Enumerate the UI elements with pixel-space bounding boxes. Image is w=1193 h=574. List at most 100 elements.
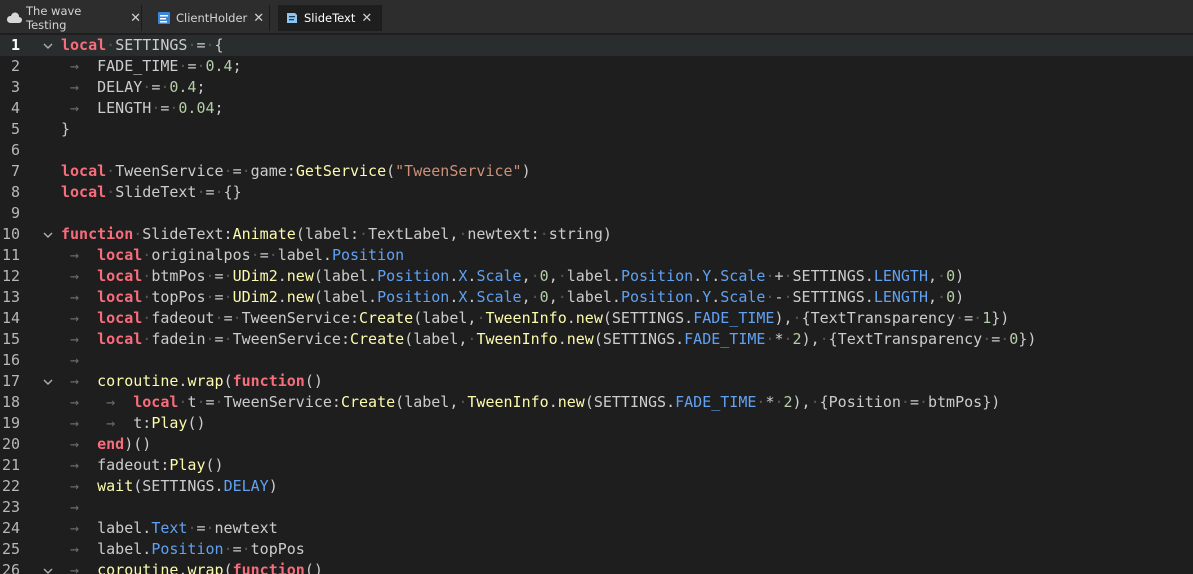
code-line[interactable]: 19 → → t:Play() [0, 413, 1193, 434]
code-token: label. [322, 267, 378, 285]
code-line[interactable]: 4 → LENGTH·=·0.04; [0, 98, 1193, 119]
code-line[interactable]: 24 → label.Text·=·newtext [0, 518, 1193, 539]
line-number: 8 [10, 183, 20, 201]
code-token: () [304, 372, 323, 390]
fold-chevron-icon[interactable] [41, 560, 55, 574]
close-icon[interactable]: ✕ [253, 11, 264, 26]
code-token: {} [223, 183, 242, 201]
code-token: { [828, 330, 838, 348]
code-line[interactable]: 3 → DELAY·=·0.4; [0, 77, 1193, 98]
fold-chevron-icon[interactable] [41, 224, 55, 245]
code-line[interactable]: 14 → local·fadeout·=·TweenService:Create… [0, 308, 1193, 329]
code-token: TweenInfo [467, 393, 549, 411]
code-token: { [819, 393, 829, 411]
code-token: . [277, 288, 287, 306]
script-icon [156, 11, 172, 25]
code-token: 0.4 [169, 78, 197, 96]
code-token: btmPos [928, 393, 983, 411]
code-token: · [359, 225, 369, 243]
code-token: () [187, 414, 206, 432]
code-line[interactable]: 11 → local·originalpos·=·label.Position [0, 245, 1193, 266]
code-line[interactable]: 18 → → local·t·=·TweenService:Create(lab… [0, 392, 1193, 413]
line-number: 4 [10, 99, 20, 117]
code-editor[interactable]: 1 local·SETTINGS·=·{2 → FADE_TIME·=·0.4; 3… [0, 34, 1193, 574]
code-token: = [964, 309, 974, 327]
code-token: ( [584, 393, 594, 411]
line-number: 2 [10, 57, 20, 75]
code-line[interactable]: 15 → local·fadein·=·TweenService:Create(… [0, 329, 1193, 350]
code-line[interactable]: 26 → coroutine.wrap(function() [0, 560, 1193, 574]
code-token: · [223, 162, 233, 180]
line-number: 22 [1, 477, 20, 495]
tab-bar: The wave Testing ✕ ClientHolder ✕ SlideT… [0, 0, 1193, 34]
fold-chevron-icon[interactable] [41, 371, 55, 392]
code-token: . [711, 267, 721, 285]
code-token: = [232, 540, 242, 558]
code-token: . [566, 309, 576, 327]
code-token: DELAY [97, 78, 143, 96]
code-token: , [928, 288, 938, 306]
close-icon[interactable]: ✕ [130, 11, 141, 26]
code-text: → label.Text·=·newtext [61, 518, 278, 539]
code-line[interactable]: 16 → [0, 350, 1193, 371]
code-token: · [819, 330, 829, 348]
code-text: → local·topPos·=·UDim2.new(label.Positio… [61, 287, 964, 308]
code-token: Animate [232, 225, 296, 243]
tab-the-wave-testing[interactable]: The wave Testing ✕ [0, 4, 142, 32]
code-token: local [61, 36, 107, 54]
indent-arrow-icon: → [61, 540, 89, 558]
code-line[interactable]: 20 → end)() [0, 434, 1193, 455]
tab-slidetext[interactable]: SlideText ✕ [278, 5, 382, 31]
code-token: = [196, 519, 206, 537]
code-token: ) [955, 288, 965, 306]
code-token: label. [566, 288, 621, 306]
close-icon[interactable]: ✕ [361, 11, 372, 26]
code-text: → local·fadein·=·TweenService:Create(lab… [61, 329, 1036, 350]
code-line[interactable]: 21 → fadeout:Play() [0, 455, 1193, 476]
code-token: newtext [214, 519, 278, 537]
code-line[interactable]: 7 local·TweenService·=·game:GetService("T… [0, 161, 1193, 182]
code-line[interactable]: 22 → wait(SETTINGS.DELAY) [0, 476, 1193, 497]
code-token: Position [377, 288, 450, 306]
code-line[interactable]: 25 → label.Position·=·topPos [0, 539, 1193, 560]
fold-chevron-icon[interactable] [41, 35, 55, 56]
code-token: · [539, 225, 549, 243]
code-token: UDim2 [232, 267, 278, 285]
code-token: · [783, 267, 793, 285]
indent-arrow-icon: → [61, 498, 89, 516]
line-number: 18 [1, 393, 20, 411]
code-token: = [259, 246, 269, 264]
code-line[interactable]: 23 → [0, 497, 1193, 518]
code-line[interactable]: 2 → FADE_TIME·=·0.4; [0, 56, 1193, 77]
line-number: 15 [1, 330, 20, 348]
code-token: Y [702, 267, 712, 285]
code-text: → local·btmPos·=·UDim2.new(label.Positio… [61, 266, 964, 287]
code-token: SETTINGS. [142, 477, 224, 495]
code-token: ( [223, 561, 233, 574]
code-token: , [928, 267, 938, 285]
code-line[interactable]: 5} [0, 119, 1193, 140]
code-token: fadein [151, 330, 206, 348]
line-number: 19 [1, 414, 20, 432]
code-token: wrap [187, 372, 224, 390]
code-line[interactable]: 10 function·SlideText:Animate(label:·Text… [0, 224, 1193, 245]
code-line[interactable]: 6 [0, 140, 1193, 161]
code-line[interactable]: 13 → local·topPos·=·UDim2.new(label.Posi… [0, 287, 1193, 308]
code-token: local [97, 330, 143, 348]
code-line[interactable]: 12 → local·btmPos·=·UDim2.new(label.Posi… [0, 266, 1193, 287]
tab-label: The wave Testing [26, 4, 82, 32]
tab-clientholder[interactable]: ClientHolder ✕ [150, 5, 270, 31]
code-token: }) [982, 393, 1001, 411]
indent-arrow-icon: → [61, 288, 89, 306]
code-line[interactable]: 17 → coroutine.wrap(function() [0, 371, 1193, 392]
code-line[interactable]: 1 local·SETTINGS·=·{ [0, 35, 1193, 56]
code-token: ), [774, 309, 793, 327]
code-token: ; [196, 78, 206, 96]
code-line[interactable]: 8 local·SlideText·=·{} [0, 182, 1193, 203]
code-token: local [133, 393, 179, 411]
code-token: · [900, 393, 910, 411]
code-line[interactable]: 9 [0, 203, 1193, 224]
code-token: ( [386, 162, 396, 180]
code-token: game: [250, 162, 296, 180]
code-token: } [61, 120, 71, 138]
